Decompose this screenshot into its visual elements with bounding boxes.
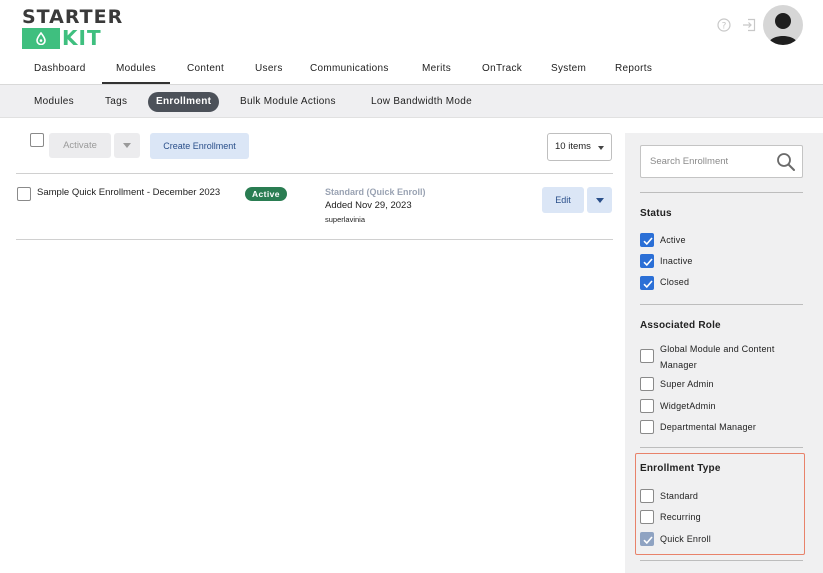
logo-drop-icon [22, 28, 60, 49]
checkmark-icon [643, 258, 653, 267]
status-closed-label[interactable]: Closed [660, 274, 689, 290]
enrollment-type: Standard (Quick Enroll) [325, 187, 426, 197]
role-global-module-label[interactable]: Global Module and Content [660, 341, 775, 357]
subnav-modules[interactable]: Modules [34, 92, 74, 112]
main-nav: Dashboard Modules Content Users Communic… [0, 56, 823, 85]
chevron-down-icon [123, 143, 131, 148]
status-closed-checkbox[interactable] [640, 276, 654, 290]
create-enrollment-button[interactable]: Create Enrollment [150, 133, 249, 159]
app-header: STARTER KIT ? [0, 0, 823, 56]
select-all-checkbox[interactable] [30, 133, 44, 147]
list-divider [16, 173, 613, 174]
starter-kit-logo[interactable]: STARTER KIT [22, 7, 122, 49]
role-widgetadmin-label[interactable]: WidgetAdmin [660, 398, 716, 414]
enrollment-type-highlight-box [635, 453, 805, 555]
nav-content[interactable]: Content [187, 56, 224, 84]
svg-text:?: ? [722, 21, 727, 31]
status-active-label[interactable]: Active [660, 232, 686, 248]
search-input[interactable] [650, 146, 770, 177]
status-filter-title: Status [640, 208, 672, 219]
checkmark-icon [643, 280, 653, 289]
checkmark-icon [643, 237, 653, 246]
row-actions-dropdown-button[interactable] [587, 187, 612, 213]
items-per-page-select[interactable]: 10 items [547, 133, 612, 161]
activate-button[interactable]: Activate [49, 133, 111, 158]
role-global-module-label-line2[interactable]: Manager [660, 357, 697, 373]
nav-merits[interactable]: Merits [422, 56, 451, 84]
chevron-down-icon [595, 197, 604, 203]
enrollment-added-date: Added Nov 29, 2023 [325, 200, 412, 211]
enrollment-owner: superlavinia [325, 215, 366, 224]
row-checkbox[interactable] [17, 187, 31, 201]
edit-button[interactable]: Edit [542, 187, 584, 213]
sidebar-divider [640, 560, 803, 561]
status-badge: Active [245, 187, 287, 201]
items-per-page-value: 10 items [555, 141, 591, 152]
logo-text-bottom: KIT [62, 26, 102, 50]
search-enrollment-box [640, 145, 803, 178]
subnav-enrollment[interactable]: Enrollment [148, 92, 220, 112]
nav-modules[interactable]: Modules [102, 56, 170, 84]
nav-system[interactable]: System [551, 56, 586, 84]
role-departmental-manager-checkbox[interactable] [640, 420, 654, 434]
role-widgetadmin-checkbox[interactable] [640, 399, 654, 413]
enrollment-title[interactable]: Sample Quick Enrollment - December 2023 [37, 187, 220, 198]
user-avatar[interactable] [763, 5, 803, 45]
subnav-tags[interactable]: Tags [105, 92, 127, 112]
status-inactive-label[interactable]: Inactive [660, 253, 693, 269]
role-filter-title: Associated Role [640, 320, 721, 331]
chevron-down-icon [598, 146, 604, 150]
nav-ontrack[interactable]: OnTrack [482, 56, 522, 84]
help-icon[interactable]: ? [716, 17, 732, 33]
sub-nav: Modules Tags Enrollment Bulk Module Acti… [0, 85, 823, 118]
sign-out-icon[interactable] [741, 17, 757, 33]
status-active-checkbox[interactable] [640, 233, 654, 247]
sidebar-divider [640, 447, 803, 448]
role-super-admin-label[interactable]: Super Admin [660, 376, 714, 392]
role-departmental-manager-label[interactable]: Departmental Manager [660, 419, 756, 435]
logo-text-top: STARTER [22, 6, 124, 28]
subnav-bulk-module-actions[interactable]: Bulk Module Actions [240, 92, 336, 112]
status-inactive-checkbox[interactable] [640, 254, 654, 268]
nav-users[interactable]: Users [255, 56, 283, 84]
nav-reports[interactable]: Reports [615, 56, 652, 84]
role-global-module-checkbox[interactable] [640, 349, 654, 363]
sidebar-divider [640, 192, 803, 193]
list-divider [16, 239, 613, 240]
nav-communications[interactable]: Communications [310, 56, 389, 84]
sidebar-divider [640, 304, 803, 305]
role-super-admin-checkbox[interactable] [640, 377, 654, 391]
nav-dashboard[interactable]: Dashboard [34, 56, 86, 84]
search-icon[interactable] [776, 152, 796, 172]
subnav-low-bandwidth-mode[interactable]: Low Bandwidth Mode [371, 92, 472, 112]
bulk-actions-dropdown-button[interactable] [114, 133, 140, 158]
